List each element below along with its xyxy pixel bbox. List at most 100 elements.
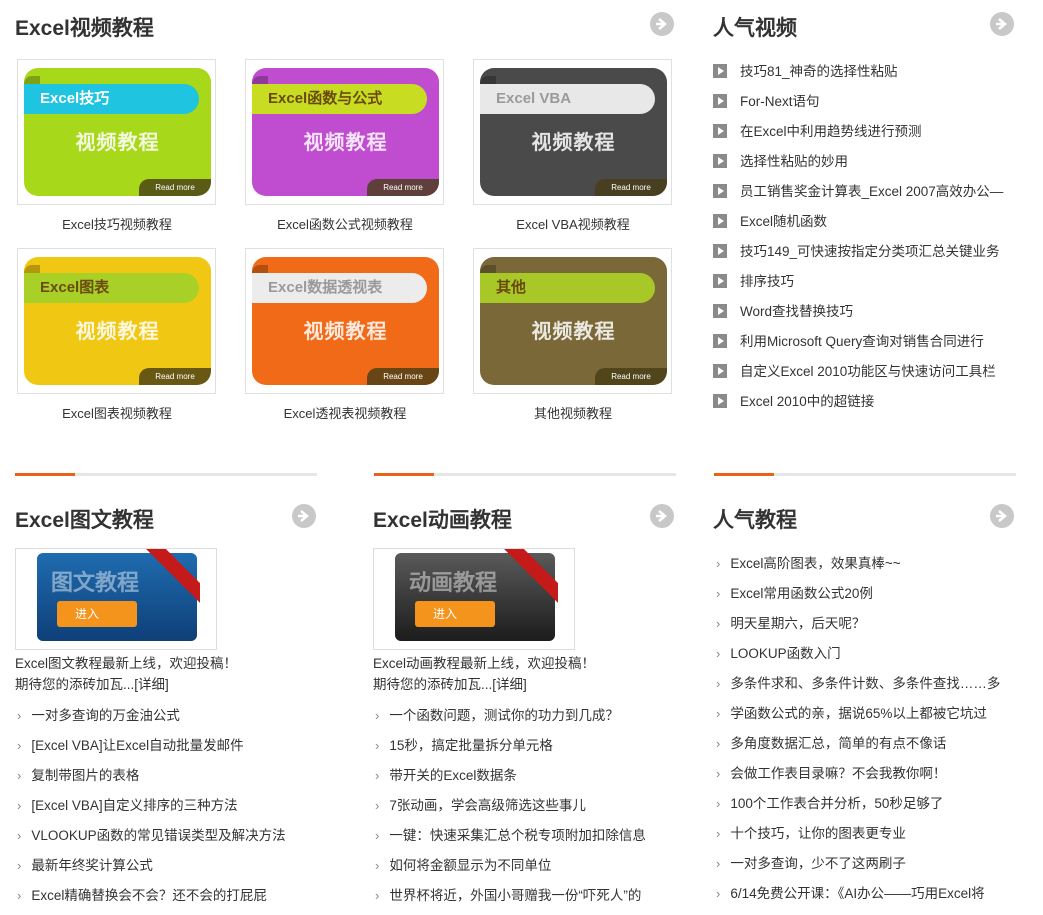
popular-video-item[interactable]: 在Excel中利用趋势线进行预测	[713, 122, 1023, 152]
popular-tutorial-item[interactable]: › LOOKUP函数入门	[716, 644, 1016, 674]
video-card[interactable]: Excel技巧 视频教程 Read more Excel技巧视频教程	[17, 59, 217, 233]
list-item-label: 6/14免费公开课：《AI办公——巧用Excel将	[730, 886, 985, 901]
video-caption[interactable]: 其他视频教程	[473, 403, 673, 422]
popular-video-item[interactable]: 员工销售奖金计算表_Excel 2007高效办公—	[713, 182, 1023, 212]
popular-video-item[interactable]: Excel 2010中的超链接	[713, 392, 1023, 422]
popular-tutorial-item[interactable]: › 一对多查询，少不了这两刷子	[716, 854, 1016, 884]
video-caption[interactable]: Excel透视表视频教程	[245, 403, 445, 422]
read-more-label[interactable]: Read more	[367, 179, 439, 196]
list-item-label: Excel精确替换会不会？还不会的打屁屁	[31, 888, 267, 903]
list-item-label: 利用Microsoft Query查询对销售合同进行	[740, 334, 984, 349]
enter-button[interactable]: 进入	[415, 601, 495, 627]
animation-tutorials-list: › 一个函数问题，测试你的功力到几成？ › 15秒，搞定批量拆分单元格 › 带开关的Exc…	[375, 706, 680, 915]
popular-tutorials-more-arrow-icon[interactable]	[990, 504, 1014, 528]
animation-tutorial-item[interactable]: › 如何将金额显示为不同单位	[375, 856, 680, 886]
thumbnail-center-text: 视频教程	[303, 132, 388, 154]
graphic-tutorial-item[interactable]: › VLOOKUP函数的常见错误类型及解决方法	[17, 826, 327, 856]
popular-tutorial-item[interactable]: › Excel常用函数公式20例	[716, 584, 1016, 614]
animation-more-arrow-icon[interactable]	[650, 504, 674, 528]
animation-tutorial-item[interactable]: › 7张动画，学会高级筛选这些事儿	[375, 796, 680, 826]
list-item-label: 排序技巧	[740, 274, 794, 289]
graphic-tutorial-item[interactable]: › [Excel VBA]让Excel自动批量发邮件	[17, 736, 327, 766]
video-caption[interactable]: Excel图表视频教程	[17, 403, 217, 422]
read-more-label[interactable]: Read more	[595, 368, 667, 385]
list-item-label: 明天星期六，后天呢？	[730, 616, 866, 631]
list-item-label: Word查找替换技巧	[740, 304, 854, 319]
graphic-tutorials-title: Excel图文教程	[15, 509, 154, 532]
popular-video-item[interactable]: 选择性粘贴的妙用	[713, 152, 1023, 182]
play-triangle-icon	[713, 154, 727, 168]
graphic-tutorial-item[interactable]: › 复制带图片的表格	[17, 766, 327, 796]
popular-tutorial-item[interactable]: › 100个工作表合并分析，50秒足够了	[716, 794, 1016, 824]
animation-tutorial-item[interactable]: › 一键：快速采集汇总个税专项附加扣除信息	[375, 826, 680, 856]
popular-video-item[interactable]: 技巧81_神奇的选择性粘贴	[713, 62, 1023, 92]
list-item-label: 多角度数据汇总，简单的有点不像话	[730, 736, 947, 751]
popular-video-item[interactable]: For-Next语句	[713, 92, 1023, 122]
list-item-label: 多条件求和、多条件计数、多条件查找……多	[730, 676, 1001, 691]
play-triangle-icon	[713, 244, 727, 258]
graphic-tutorial-item[interactable]: › [Excel VBA]自定义排序的三种方法	[17, 796, 327, 826]
enter-button[interactable]: 进入	[57, 601, 137, 627]
graphic-tutorial-item[interactable]: › 一对多查询的万金油公式	[17, 706, 327, 736]
detail-link[interactable]: [详细]	[134, 677, 169, 692]
banner-text: 图文教程	[51, 570, 140, 595]
popular-video-item[interactable]: Excel随机函数	[713, 212, 1023, 242]
popular-tutorial-item[interactable]: › 学函数公式的亲，据说65%以上都被它坑过	[716, 704, 1016, 734]
folder-graphic: Excel数据透视表 视频教程 Read more	[252, 257, 439, 385]
popular-tutorial-item[interactable]: › 多角度数据汇总，简单的有点不像话	[716, 734, 1016, 764]
folder-graphic: Excel技巧 视频教程 Read more	[24, 68, 211, 196]
divider-popular	[714, 473, 1016, 476]
list-item-label: 选择性粘贴的妙用	[740, 154, 848, 169]
animation-tutorial-item[interactable]: › 世界杯将近，外国小哥赠我一份“吓死人”的	[375, 886, 680, 915]
thumbnail-ribbon: 其他	[480, 265, 655, 303]
read-more-label[interactable]: Read more	[595, 179, 667, 196]
video-more-arrow-icon[interactable]	[650, 12, 674, 36]
chevron-right-icon: ›	[375, 798, 380, 813]
video-caption[interactable]: Excel VBA视频教程	[473, 214, 673, 233]
popular-video-item[interactable]: 排序技巧	[713, 272, 1023, 302]
popular-video-item[interactable]: 利用Microsoft Query查询对销售合同进行	[713, 332, 1023, 362]
video-card[interactable]: 其他 视频教程 Read more 其他视频教程	[473, 248, 673, 422]
read-more-label[interactable]: Read more	[139, 179, 211, 196]
graphic-tutorial-banner[interactable]: 图文教程 进入	[15, 548, 217, 650]
video-caption[interactable]: Excel函数公式视频教程	[245, 214, 445, 233]
video-thumbnail[interactable]: Excel函数与公式 视频教程 Read more	[245, 59, 444, 205]
list-item-label: 如何将金额显示为不同单位	[389, 858, 552, 873]
chevron-right-icon: ›	[716, 736, 721, 751]
animation-tutorials-title: Excel动画教程	[373, 509, 512, 532]
video-card[interactable]: Excel函数与公式 视频教程 Read more Excel函数公式视频教程	[245, 59, 445, 233]
detail-link[interactable]: [详细]	[492, 677, 527, 692]
popular-tutorial-item[interactable]: › 6/14免费公开课：《AI办公——巧用Excel将	[716, 884, 1016, 914]
popular-video-item[interactable]: 自定义Excel 2010功能区与快速访问工具栏	[713, 362, 1023, 392]
graphic-tutorial-item[interactable]: › 最新年终奖计算公式	[17, 856, 327, 886]
video-card[interactable]: Excel VBA 视频教程 Read more Excel VBA视频教程	[473, 59, 673, 233]
popular-videos-more-arrow-icon[interactable]	[990, 12, 1014, 36]
popular-tutorial-item[interactable]: › 十个技巧，让你的图表更专业	[716, 824, 1016, 854]
popular-tutorial-item[interactable]: › 会做工作表目录嘛？不会我教你啊！	[716, 764, 1016, 794]
video-card[interactable]: Excel数据透视表 视频教程 Read more Excel透视表视频教程	[245, 248, 445, 422]
graphic-more-arrow-icon[interactable]	[292, 504, 316, 528]
video-caption[interactable]: Excel技巧视频教程	[17, 214, 217, 233]
read-more-label[interactable]: Read more	[367, 368, 439, 385]
folder-graphic: 其他 视频教程 Read more	[480, 257, 667, 385]
graphic-tutorial-item[interactable]: › Excel精确替换会不会？还不会的打屁屁	[17, 886, 327, 915]
list-item-label: Excel 2010中的超链接	[740, 394, 875, 409]
popular-tutorial-item[interactable]: › Excel高阶图表，效果真棒~~	[716, 554, 1016, 584]
popular-video-item[interactable]: Word查找替换技巧	[713, 302, 1023, 332]
video-thumbnail[interactable]: 其他 视频教程 Read more	[473, 248, 672, 394]
video-thumbnail[interactable]: Excel技巧 视频教程 Read more	[17, 59, 216, 205]
video-thumbnail[interactable]: Excel数据透视表 视频教程 Read more	[245, 248, 444, 394]
animation-tutorial-banner[interactable]: 动画教程 进入	[373, 548, 575, 650]
video-thumbnail[interactable]: Excel图表 视频教程 Read more	[17, 248, 216, 394]
read-more-label[interactable]: Read more	[139, 368, 211, 385]
popular-video-item[interactable]: 技巧149_可快速按指定分类项汇总关键业务	[713, 242, 1023, 272]
popular-tutorial-item[interactable]: › 多条件求和、多条件计数、多条件查找……多	[716, 674, 1016, 704]
video-thumbnail[interactable]: Excel VBA 视频教程 Read more	[473, 59, 672, 205]
animation-tutorial-item[interactable]: › 带开关的Excel数据条	[375, 766, 680, 796]
animation-tutorial-item[interactable]: › 一个函数问题，测试你的功力到几成？	[375, 706, 680, 736]
chevron-right-icon: ›	[716, 766, 721, 781]
chevron-right-icon: ›	[17, 708, 22, 723]
video-card[interactable]: Excel图表 视频教程 Read more Excel图表视频教程	[17, 248, 217, 422]
animation-tutorial-item[interactable]: › 15秒，搞定批量拆分单元格	[375, 736, 680, 766]
popular-tutorial-item[interactable]: › 明天星期六，后天呢？	[716, 614, 1016, 644]
